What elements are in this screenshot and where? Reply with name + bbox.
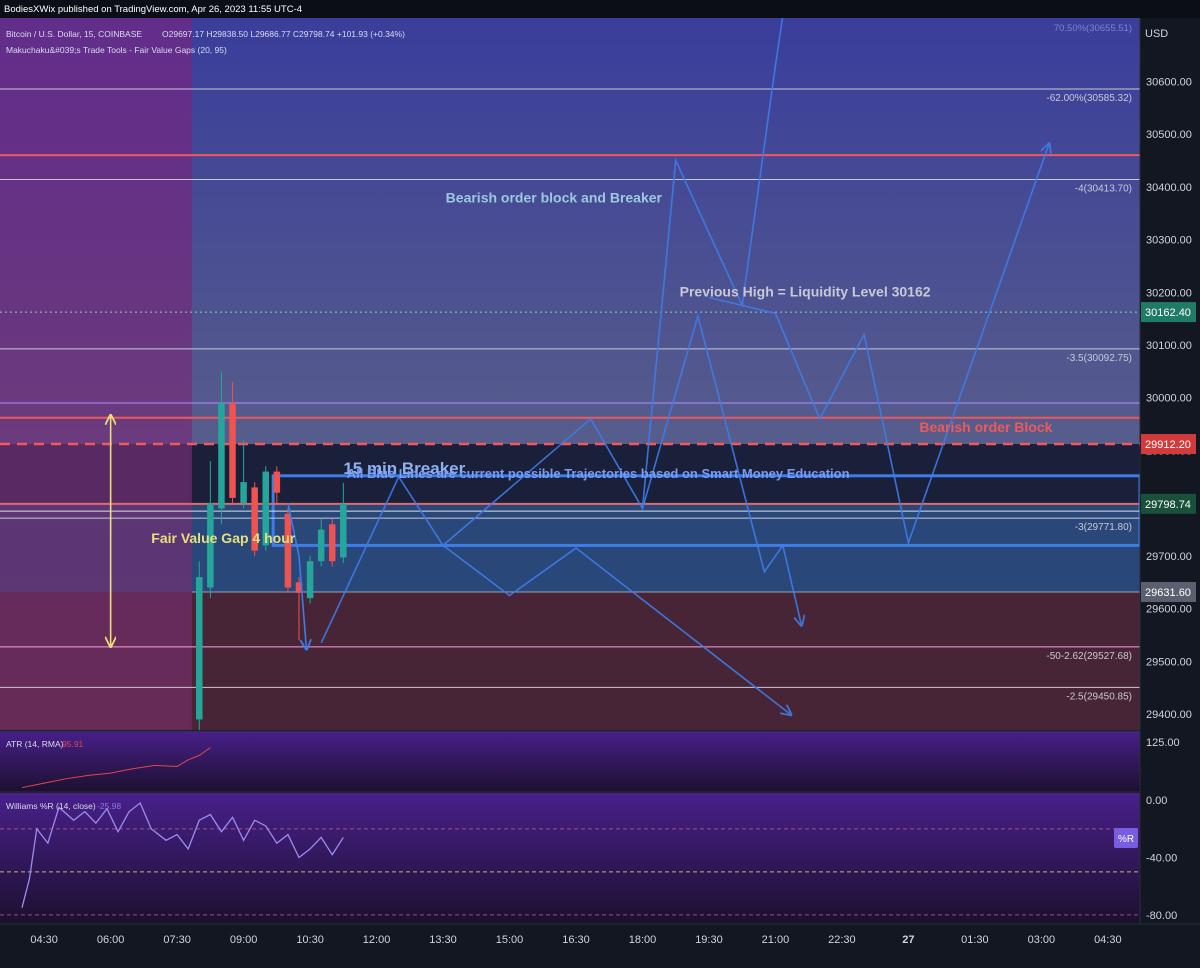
price-axis-background (1140, 18, 1200, 924)
atr-title[interactable]: ATR (14, RMA) (6, 739, 64, 749)
candle-body (240, 482, 247, 504)
time-tick: 15:00 (496, 934, 524, 946)
time-tick: 03:00 (1028, 934, 1056, 946)
price-badge-label: 29798.74 (1145, 499, 1191, 511)
fib-3-5-level-label: -3.5(30092.75) (1066, 353, 1132, 364)
candle[interactable] (306, 555, 314, 604)
time-tick: 07:30 (163, 934, 191, 946)
time-tick: 12:00 (363, 934, 391, 946)
wr-tick: -80.00 (1146, 910, 1177, 922)
atr-value: 95.91 (62, 739, 84, 749)
candle[interactable] (328, 519, 336, 567)
fib-2-5-level-label: -2.5(29450.85) (1066, 691, 1132, 702)
price-tick: 30500.00 (1146, 129, 1192, 141)
chart-stage[interactable]: -62.00%(30585.32) -4(30413.70) -3.5(30092.… (0, 0, 1200, 963)
legend-ohlc: O29697.17 H29838.50 L29686.77 C29798.74 … (162, 29, 405, 39)
time-tick: 19:30 (695, 934, 723, 946)
session-highlight-zone (0, 18, 192, 730)
candle[interactable] (284, 508, 292, 593)
price-badge-label: 29631.60 (1145, 587, 1191, 599)
time-tick: 21:00 (762, 934, 790, 946)
annotation-bearish-order-block: Bearish order Block (919, 419, 1052, 435)
candle-body (328, 524, 336, 562)
annotation-bearish-ob-breaker: Bearish order block and Breaker (446, 190, 663, 206)
wr-title[interactable]: Williams %R (14, close) (6, 801, 96, 811)
chart-svg[interactable]: -62.00%(30585.32) -4(30413.70) -3.5(30092.… (0, 0, 1200, 963)
price-tick: 30200.00 (1146, 287, 1192, 299)
time-axis-layer[interactable]: 04:30 06:00 07:30 09:00 10:30 12:00 13:30 15:00… (0, 923, 1200, 963)
price-tick: 30400.00 (1146, 182, 1192, 194)
time-tick: 09:00 (230, 934, 258, 946)
time-tick: 04:30 (30, 934, 58, 946)
price-tick: 29700.00 (1146, 551, 1192, 563)
candle[interactable] (196, 561, 203, 730)
wr-value: -25.98 (97, 801, 121, 811)
time-tick: 04:30 (1094, 934, 1122, 946)
time-tick: 13:30 (429, 934, 457, 946)
price-tick: 30100.00 (1146, 340, 1192, 352)
price-tick: 30300.00 (1146, 235, 1192, 247)
price-badge-label: 30162.40 (1145, 307, 1191, 319)
fib-4-level-label: -4(30413.70) (1075, 184, 1132, 195)
indicator-pane-layer: ATR (14, RMA)95.91 Williams %R (14, close… (0, 730, 1200, 922)
wr-tick: 0.00 (1146, 795, 1167, 807)
candle-body (218, 403, 225, 509)
price-tick: 30000.00 (1146, 393, 1192, 405)
currency-label: USD (1145, 28, 1168, 40)
wr-badge-label: %R (1118, 834, 1134, 845)
candle-body (284, 513, 292, 588)
candle-body (196, 577, 203, 720)
candle-body (229, 403, 236, 498)
annotation-previous-high: Previous High = Liquidity Level 30162 (680, 283, 931, 299)
candle-body (306, 561, 314, 599)
fib-2-62-level-label: -50-2.62(29527.68) (1046, 651, 1132, 662)
time-tick: 01:30 (961, 934, 989, 946)
price-tick: 30600.00 (1146, 76, 1192, 88)
fib-62-level-label: -62.00%(30585.32) (1046, 93, 1132, 104)
candle-body (273, 471, 281, 493)
time-tick: 18:00 (629, 934, 657, 946)
published-caption: BodiesXWix published on TradingView.com,… (4, 4, 302, 15)
candle-body (317, 529, 325, 562)
legend-symbol[interactable]: Bitcoin / U.S. Dollar, 15, COINBASE (6, 29, 142, 39)
price-tick: 29500.00 (1146, 656, 1192, 668)
wr-tick: -40.00 (1146, 853, 1177, 865)
price-badge-label: 29912.20 (1145, 439, 1191, 451)
zone-layer (0, 18, 1142, 730)
price-tick: 29600.00 (1146, 604, 1192, 616)
legend-indicator[interactable]: Makuchaku&#039;s Trade Tools - Fair Valu… (6, 45, 227, 55)
atr-tick: 125.00 (1146, 737, 1180, 749)
annotation-blue-lines: All Blue Lines are current possible Traj… (347, 466, 850, 481)
wr-pane-background (0, 793, 1140, 922)
atr-pane-background (0, 731, 1140, 792)
time-tick: 27 (902, 934, 914, 946)
time-tick: 22:30 (828, 934, 856, 946)
price-tick: 29400.00 (1146, 709, 1192, 721)
price-axis-layer[interactable]: USD29400.0029500.0029600.0029700.0029800… (1139, 18, 1200, 924)
fib-top-label: 70.50%(30655.51) (1054, 23, 1132, 34)
annotation-fair-value-gap: Fair Value Gap 4 hour (151, 530, 295, 546)
fib-3-level-label: -3(29771.80) (1075, 522, 1132, 533)
candle-body (340, 503, 347, 558)
time-tick: 06:00 (97, 934, 125, 946)
time-tick: 16:30 (562, 934, 590, 946)
time-tick: 10:30 (296, 934, 324, 946)
